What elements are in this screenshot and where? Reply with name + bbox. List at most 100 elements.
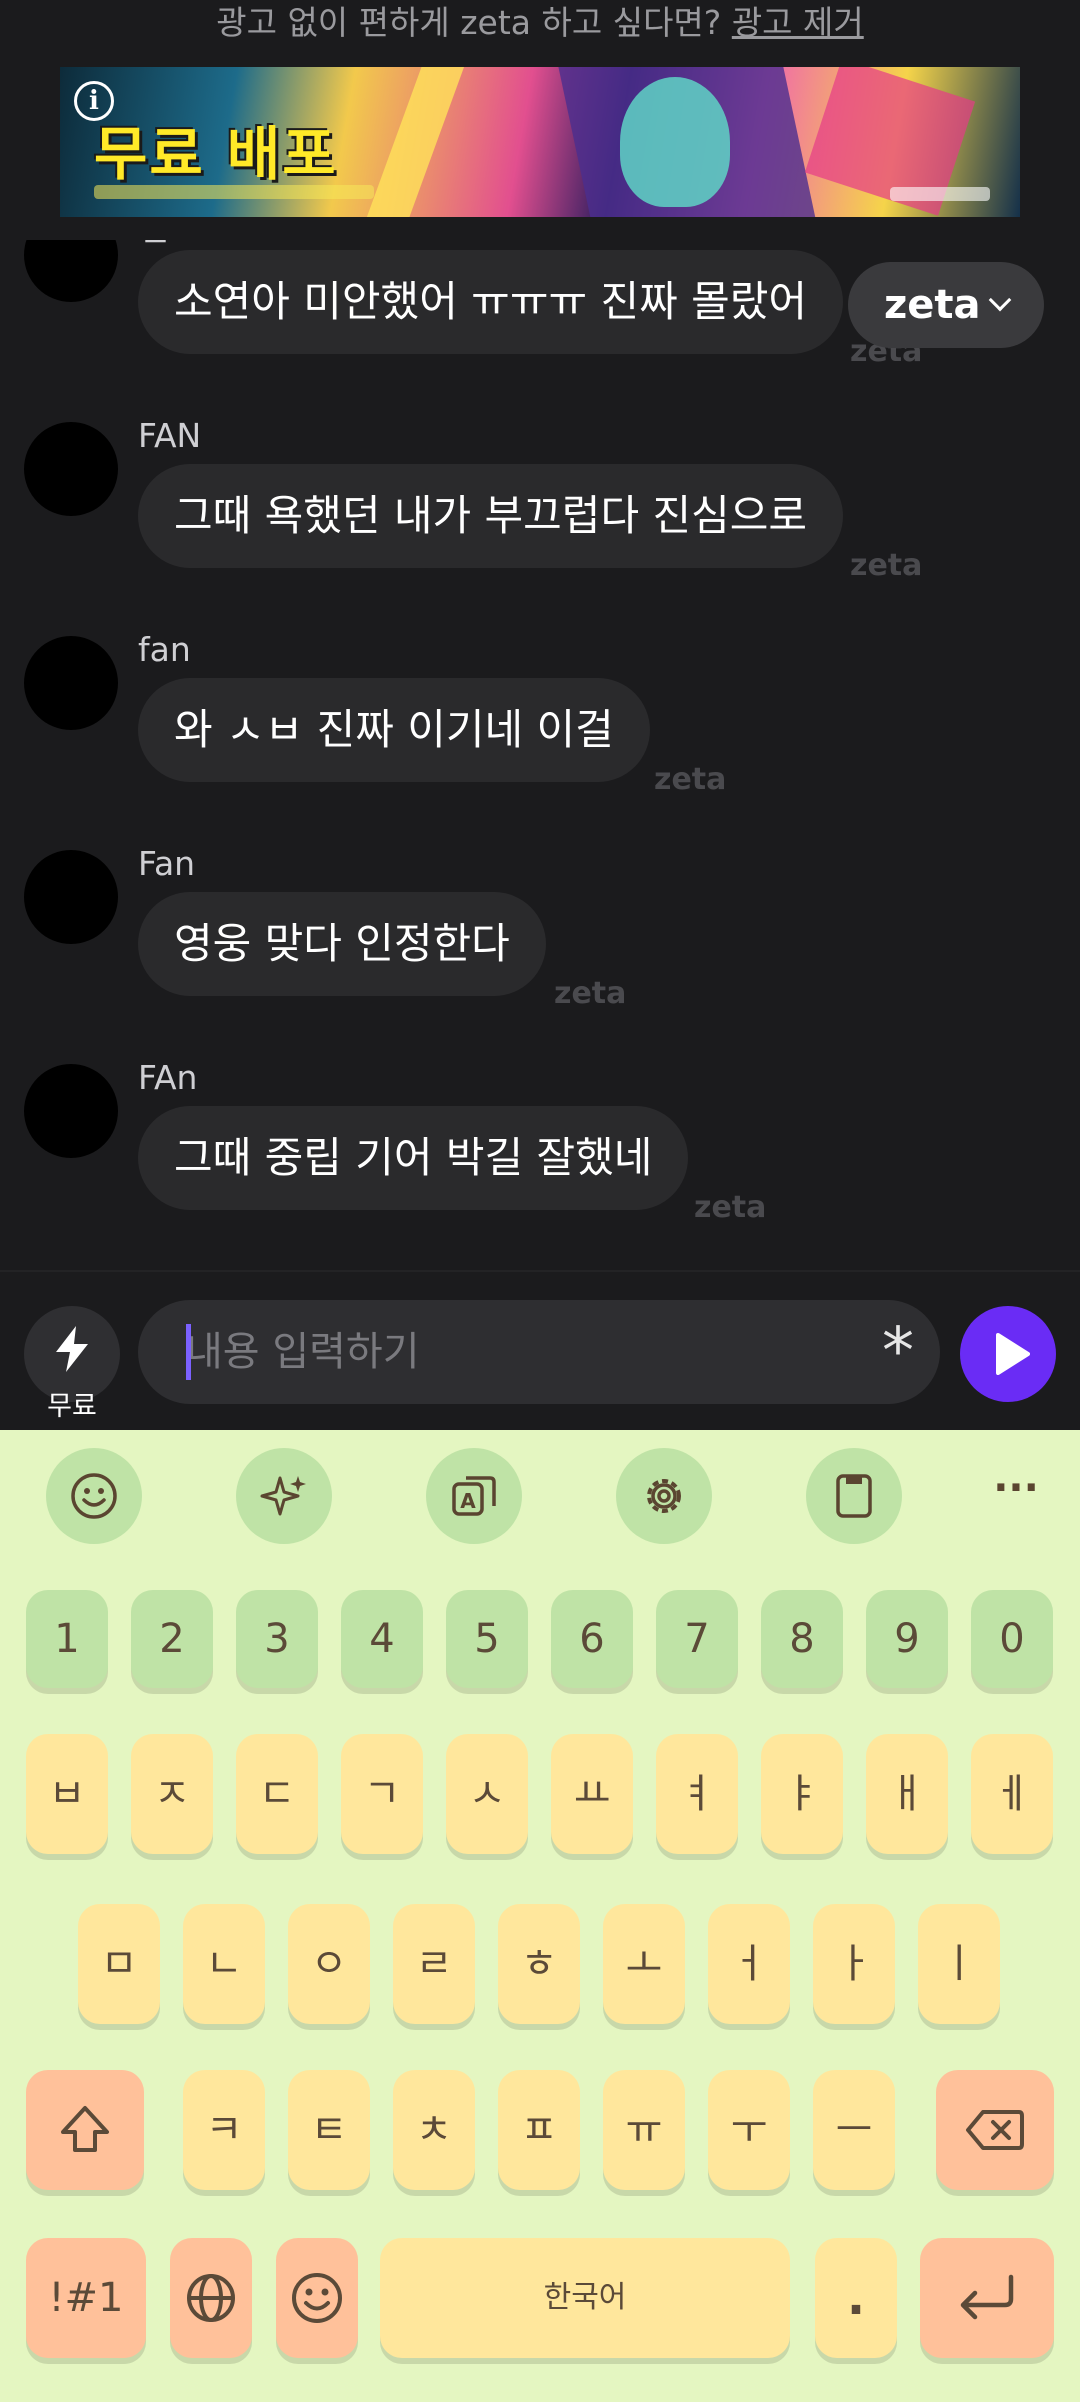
message-tag: zeta [654, 762, 727, 797]
message-bubble[interactable]: 그때 욕했던 내가 부끄럽다 진심으로 [138, 464, 844, 568]
svg-text:A: A [460, 1489, 476, 1513]
key[interactable]: 6 [551, 1590, 633, 1688]
key[interactable]: ㅇ [288, 1904, 370, 2024]
more-icon[interactable]: ··· [968, 1448, 1064, 1544]
emoji-button[interactable] [46, 1448, 142, 1544]
message-bubble[interactable]: 영웅 맞다 인정한다 [138, 892, 546, 996]
key[interactable]: ㄱ [341, 1734, 423, 1854]
ai-sparkle-button[interactable] [236, 1448, 332, 1544]
chat-message: FAn 그때 중립 기어 박길 잘했네 zeta [0, 1058, 1080, 1270]
space-key[interactable]: 한국어 [380, 2238, 790, 2358]
key[interactable]: ㅡ [813, 2070, 895, 2190]
translate-icon: A [452, 1476, 496, 1516]
key[interactable]: ㅂ [26, 1734, 108, 1854]
key[interactable]: 1 [26, 1590, 108, 1688]
key[interactable]: 5 [446, 1590, 528, 1688]
key[interactable]: ㅔ [971, 1734, 1053, 1854]
globe-icon [187, 2274, 235, 2322]
translate-button[interactable]: A [426, 1448, 522, 1544]
clipboard-icon [836, 1474, 872, 1518]
shift-icon [61, 2106, 109, 2152]
key[interactable]: ㅜ [708, 2070, 790, 2190]
key[interactable]: 2 [131, 1590, 213, 1688]
key[interactable]: ㅅ [446, 1734, 528, 1854]
key[interactable]: 3 [236, 1590, 318, 1688]
chat-message: Fan 영웅 맞다 인정한다 zeta [0, 844, 1080, 1064]
key[interactable]: ㅁ [78, 1904, 160, 2024]
settings-button[interactable] [616, 1448, 712, 1544]
key[interactable]: ㄷ [236, 1734, 318, 1854]
ad-banner-title: 무료 배포 [94, 120, 338, 188]
key[interactable]: ㅓ [708, 1904, 790, 2024]
key[interactable]: 0 [971, 1590, 1053, 1688]
sender-name: Fan [138, 844, 196, 883]
key[interactable]: ㄴ [183, 1904, 265, 2024]
message-tag: zeta [694, 1190, 767, 1225]
ad-subtitle-art [94, 185, 374, 199]
key[interactable]: ㅈ [131, 1734, 213, 1854]
backspace-icon [966, 2110, 1024, 2150]
emoji-icon [71, 1473, 117, 1519]
language-key[interactable] [170, 2238, 252, 2358]
chevron-down-icon [988, 288, 1012, 312]
key[interactable]: ㅗ [603, 1904, 685, 2024]
key[interactable]: ㄹ [393, 1904, 475, 2024]
key[interactable]: ㅣ [918, 1904, 1000, 2024]
message-bubble[interactable]: 소연아 미안했어 ㅠㅠㅠ 진짜 몰랐어 [138, 250, 844, 354]
sparkle-icon [260, 1476, 306, 1516]
avatar[interactable] [24, 422, 118, 516]
message-tag: zeta [554, 976, 627, 1011]
key[interactable]: ㅛ [551, 1734, 633, 1854]
key[interactable]: 8 [761, 1590, 843, 1688]
character-switcher-button[interactable]: zeta [848, 262, 1044, 348]
period-key[interactable]: . [815, 2238, 897, 2358]
key[interactable]: 9 [866, 1590, 948, 1688]
enter-key[interactable] [920, 2238, 1054, 2358]
key[interactable]: ㅊ [393, 2070, 475, 2190]
sender-name: 렌 [138, 240, 168, 250]
send-button[interactable] [960, 1306, 1056, 1402]
ad-notice-text: 광고 없이 편하게 zeta 하고 싶다면? [216, 3, 722, 42]
send-icon [996, 1333, 1030, 1375]
key[interactable]: ㅑ [761, 1734, 843, 1854]
remove-ads-link[interactable]: 광고 제거 [732, 3, 864, 42]
message-bubble[interactable]: 와 ㅅㅂ 진짜 이기네 이걸 [138, 678, 650, 782]
sender-name: fan [138, 630, 191, 669]
message-bubble[interactable]: 그때 중립 기어 박길 잘했네 [138, 1106, 689, 1210]
chat-list[interactable]: 렌 소연아 미안했어 ㅠㅠㅠ 진짜 몰랐어 zeta FAN 그때 욕했던 내가… [0, 240, 1080, 1270]
clipboard-button[interactable] [806, 1448, 902, 1544]
backspace-key[interactable] [936, 2070, 1054, 2190]
key[interactable]: ㅏ [813, 1904, 895, 2024]
symbols-key[interactable]: !#1 [26, 2238, 146, 2358]
ad-notice: 광고 없이 편하게 zeta 하고 싶다면? 광고 제거 [0, 0, 1080, 45]
key[interactable]: ㅠ [603, 2070, 685, 2190]
sender-name: FAn [138, 1058, 198, 1097]
character-switcher-label: zeta [884, 282, 981, 328]
lightning-icon [56, 1326, 88, 1372]
settings-icon [647, 1479, 681, 1513]
key[interactable]: 4 [341, 1590, 423, 1688]
key[interactable]: ㅐ [866, 1734, 948, 1854]
key[interactable]: ㅍ [498, 2070, 580, 2190]
key[interactable]: 7 [656, 1590, 738, 1688]
avatar[interactable] [24, 1064, 118, 1158]
boost-label: 무료 [47, 1391, 97, 1422]
ad-caption-art [890, 187, 990, 201]
key[interactable]: ㅎ [498, 1904, 580, 2024]
asterisk-button[interactable]: * [882, 1320, 914, 1384]
shift-key[interactable] [26, 2070, 144, 2190]
message-input-placeholder: 내용 입력하기 [186, 1329, 420, 1375]
avatar[interactable] [24, 240, 118, 302]
key[interactable]: ㅕ [656, 1734, 738, 1854]
avatar[interactable] [24, 850, 118, 944]
emoji-key[interactable] [276, 2238, 358, 2358]
key[interactable]: ㅌ [288, 2070, 370, 2190]
chat-message: fan 와 ㅅㅂ 진짜 이기네 이걸 zeta [0, 630, 1080, 850]
ad-banner[interactable]: i 무료 배포 [60, 67, 1020, 217]
chat-message: FAN 그때 욕했던 내가 부끄럽다 진심으로 zeta [0, 416, 1080, 636]
key[interactable]: ㅋ [183, 2070, 265, 2190]
message-input[interactable]: 내용 입력하기 * [138, 1300, 940, 1404]
sender-name: FAN [138, 416, 202, 455]
message-tag: zeta [850, 548, 923, 583]
avatar[interactable] [24, 636, 118, 730]
